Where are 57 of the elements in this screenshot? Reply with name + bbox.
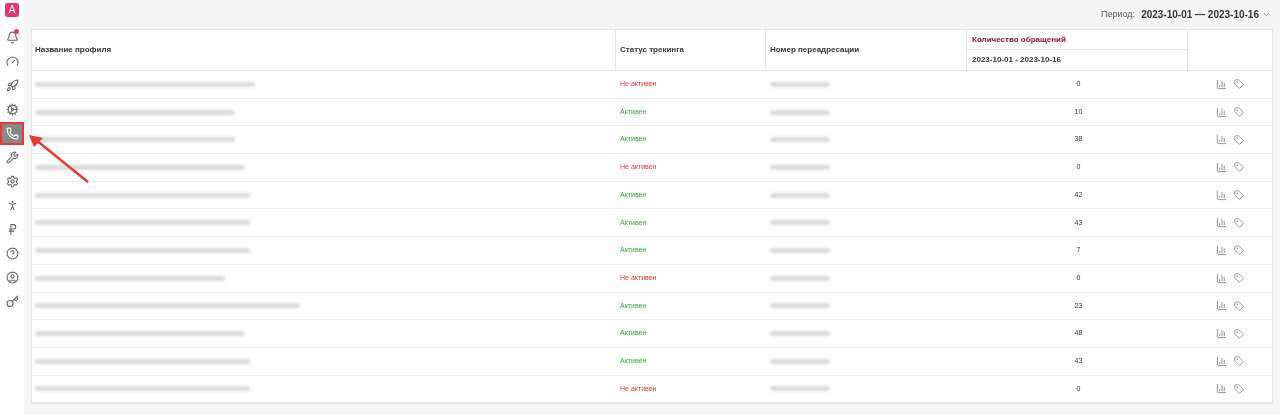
blurred-phone-number bbox=[770, 275, 830, 281]
tag-icon[interactable] bbox=[1234, 383, 1244, 394]
tools-icon bbox=[5, 151, 19, 164]
blurred-phone-number bbox=[770, 247, 830, 253]
chevron-down-icon bbox=[1262, 10, 1271, 19]
column-header: Количество обращений bbox=[972, 33, 1066, 46]
column-subheader: 2023-10-01 - 2023-10-16 bbox=[972, 54, 1061, 66]
blurred-phone-number bbox=[770, 220, 830, 226]
blurred-phone-number bbox=[770, 303, 830, 309]
bar-chart-icon[interactable] bbox=[1216, 161, 1227, 173]
tag-icon[interactable] bbox=[1234, 190, 1244, 201]
blurred-phone-number bbox=[770, 331, 830, 337]
key-icon bbox=[5, 295, 19, 308]
blurred-phone-number bbox=[770, 386, 830, 392]
bar-chart-icon[interactable] bbox=[1216, 244, 1227, 256]
bar-chart-icon[interactable] bbox=[1216, 355, 1227, 367]
blurred-phone-number bbox=[770, 358, 830, 364]
bar-chart-icon[interactable] bbox=[1216, 217, 1227, 229]
bar-chart-icon[interactable] bbox=[1216, 189, 1227, 201]
help-icon bbox=[5, 247, 19, 260]
bar-chart-icon[interactable] bbox=[1216, 272, 1227, 284]
tag-icon[interactable] bbox=[1234, 134, 1244, 145]
column-header: Номер переадресации bbox=[770, 44, 860, 56]
blurred-phone-number bbox=[770, 164, 830, 170]
tag-icon[interactable] bbox=[1234, 273, 1244, 284]
settings-icon bbox=[5, 175, 19, 188]
column-header: Статус трекинга bbox=[620, 44, 684, 56]
bar-chart-icon[interactable] bbox=[1216, 383, 1227, 395]
user-icon bbox=[5, 271, 19, 284]
tag-icon[interactable] bbox=[1234, 328, 1244, 339]
bar-chart-icon[interactable] bbox=[1216, 300, 1227, 312]
bar-chart-icon[interactable] bbox=[1216, 78, 1227, 90]
tag-icon[interactable] bbox=[1234, 162, 1244, 173]
blurred-phone-number bbox=[770, 137, 830, 143]
gears-icon bbox=[5, 103, 19, 116]
blurred-phone-number bbox=[770, 81, 830, 87]
phone-icon bbox=[5, 127, 19, 140]
gauge-icon bbox=[5, 55, 19, 68]
blurred-phone-number bbox=[770, 192, 830, 198]
bar-chart-icon[interactable] bbox=[1216, 328, 1227, 340]
blurred-phone-number bbox=[770, 109, 830, 115]
period-label: Период: bbox=[1101, 7, 1136, 21]
tag-icon[interactable] bbox=[1234, 356, 1244, 367]
sidebar-item[interactable] bbox=[2, 124, 22, 143]
column-header: Название профиля bbox=[35, 44, 112, 56]
bar-chart-icon[interactable] bbox=[1216, 106, 1227, 118]
tag-icon[interactable] bbox=[1234, 79, 1244, 90]
bar-chart-icon[interactable] bbox=[1216, 134, 1227, 146]
tag-icon[interactable] bbox=[1234, 107, 1244, 118]
period-dropdown[interactable]: 2023-10-01 — 2023-10-16 bbox=[1141, 7, 1271, 22]
tag-icon[interactable] bbox=[1234, 300, 1244, 311]
rocket-icon bbox=[5, 79, 19, 92]
arrow-annotation bbox=[28, 134, 90, 184]
tag-icon[interactable] bbox=[1234, 245, 1244, 256]
app-logo[interactable]: A bbox=[5, 3, 19, 17]
tag-icon[interactable] bbox=[1234, 217, 1244, 228]
bell-icon bbox=[5, 31, 19, 44]
